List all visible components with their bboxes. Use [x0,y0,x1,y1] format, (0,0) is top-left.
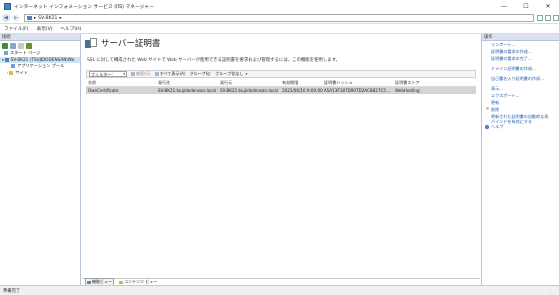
menu-file[interactable]: ファイル(F) [4,26,29,32]
connections-pane: 接続 スタート ページ ▾ SV-BK21 (TSUJIDODENSAN\Wa … [0,34,81,285]
stop-icon[interactable] [545,15,551,21]
show-all-icon [154,72,159,76]
go-button-label: 検索(G) [136,71,151,76]
group-by-select[interactable]: グループ化なし ▾ [215,71,247,77]
cell-issued-to: SV-BK21.tsujidodensan.local [158,88,216,93]
address-path[interactable]: SV-BK21 [38,16,57,21]
back-button[interactable]: ◀ [2,14,10,22]
show-all-button[interactable]: すべて表示(A) [154,71,186,77]
table-row[interactable]: OwnCertificate SV-BK21.tsujidodensan.loc… [86,87,476,94]
actions-header: 操作 [482,34,559,41]
cell-hash: A5A13F187D907D2AC8B27C5... [324,88,390,93]
table-header: 名前 発行先 発行元 有効期限 証明書ハッシュ 証明書ストア [86,80,476,87]
tree-label: アプリケーション プール [17,63,65,69]
server-icon [26,16,32,20]
minimize-button[interactable]: — [493,0,515,13]
action-label: ヘルプ [491,123,504,129]
group-by-label: グループ化: [189,71,212,76]
delete-icon: ✕ [485,107,490,112]
main-pane: サーバー証明書 SSL に対して構成された Web サイトで Web サーバーが… [82,34,480,286]
certificates-table: 名前 発行先 発行元 有効期限 証明書ハッシュ 証明書ストア OwnCertif… [86,80,476,94]
title-bar: インターネット インフォメーション サービス (IIS) マネージャー — ☐ … [0,0,559,13]
filter-bar: フィルター: ▾ 検索(G) すべて表示(A) グループ化: グループ化なし ▾ [86,70,476,78]
action-label: 表示... [491,86,504,91]
up-icon[interactable] [18,42,24,49]
iis-app-icon [4,3,11,10]
server-icon [4,57,9,62]
action-label: 自己署名入り証明書の作成... [491,76,545,81]
address-separator: ▸ [33,15,37,21]
action-create-self-signed[interactable]: 自己署名入り証明書の作成... [482,76,559,84]
filter-label: フィルター: [91,72,113,77]
status-text: 準備完了 [3,288,21,294]
connections-toolbar [0,41,80,50]
cell-issued-by: SV-BK21.tsujidodensan.local [220,88,278,93]
action-label: インポート... [491,42,516,47]
connections-header: 接続 [0,34,80,41]
home-icon[interactable] [553,15,559,21]
page-description: SSL に対して構成された Web サイトで Web サーバーが使用できる証明書… [87,58,340,63]
show-all-label: すべて表示(A) [159,71,186,76]
action-label: 更新 [491,100,500,105]
tree-label: スタート ページ [10,50,41,56]
action-label: 削除 [491,107,500,112]
chevron-down-icon[interactable]: ▾ [246,72,248,76]
forward-button[interactable]: ▶ [11,14,20,22]
chevron-down-icon[interactable]: ▾ [123,72,125,78]
connect-icon[interactable] [2,42,8,49]
sites-icon [9,70,14,75]
app-pool-icon [11,64,15,69]
content-view-icon [119,280,123,284]
address-field[interactable]: ▸ SV-BK21 ▸ [23,14,534,22]
expand-icon[interactable]: ▾ [2,58,4,62]
features-view-icon [87,280,91,284]
page-heading: サーバー証明書 [85,37,160,49]
cell-store: WebHosting [395,88,420,93]
tree-sites[interactable]: › サイト [0,70,80,77]
col-hash[interactable]: 証明書ハッシュ [324,80,395,86]
go-icon [131,72,135,76]
start-page-icon [4,51,8,56]
col-store[interactable]: 証明書ストア [395,80,476,86]
maximize-button[interactable]: ☐ [515,0,537,13]
action-label: エクスポート... [491,93,520,98]
save-icon[interactable] [10,42,16,49]
action-create-domain-cert[interactable]: ドメイン証明書の作成... [482,66,559,74]
menu-view[interactable]: 表示(V) [37,26,53,32]
col-issued-by[interactable]: 発行元 [220,80,282,86]
collapse-icon[interactable]: › [7,71,8,75]
group-by-value: グループ化なし [215,71,244,76]
action-complete-request[interactable]: 証明書の要求の完了... [482,56,559,64]
view-tabs: 機能ビュー コンテンツ ビュー [82,278,480,286]
status-bar: 準備完了 ⋰ [0,285,559,295]
address-bar: ◀ ▶ ▸ SV-BK21 ▸ [0,13,559,24]
col-name[interactable]: 名前 [86,80,158,86]
action-label: 証明書の要求の作成... [491,49,532,54]
page-title: サーバー証明書 [101,39,161,49]
refresh-icon[interactable] [537,15,543,21]
actions-pane: 操作 インポート... 証明書の要求の作成... 証明書の要求の完了... ドメ… [481,34,559,285]
close-button[interactable]: ✕ [537,0,559,13]
certificate-icon [85,37,97,49]
tree-label: SV-BK21 (TSUJIDODENSAN\Wa [10,57,75,63]
address-tools [537,15,559,21]
window-title: インターネット インフォメーション サービス (IIS) マネージャー [14,5,154,10]
address-separator-2: ▸ [59,15,62,21]
menu-bar: ファイル(F) 表示(V) ヘルプ(H) [0,24,559,34]
filter-input[interactable]: フィルター: ▾ [89,71,127,77]
action-label: 証明書の要求の完了... [491,56,532,61]
col-issued-to[interactable]: 発行先 [158,80,220,86]
action-help[interactable]: ? ヘルプ [482,123,559,132]
disconnect-icon[interactable] [26,42,32,49]
col-expiration[interactable]: 有効期限 [282,80,324,86]
go-button[interactable]: 検索(G) [131,71,151,77]
menu-help[interactable]: ヘルプ(H) [61,26,82,32]
tree-label: サイト [15,69,28,75]
help-icon: ? [485,125,489,130]
cell-expiration: 2021/06/10 9:00:00 [282,88,323,93]
resize-grip-icon[interactable]: ⋰ [548,288,556,294]
action-label: ドメイン証明書の作成... [491,66,536,71]
window-controls: — ☐ ✕ [493,0,559,13]
cell-name: OwnCertificate [88,88,119,93]
